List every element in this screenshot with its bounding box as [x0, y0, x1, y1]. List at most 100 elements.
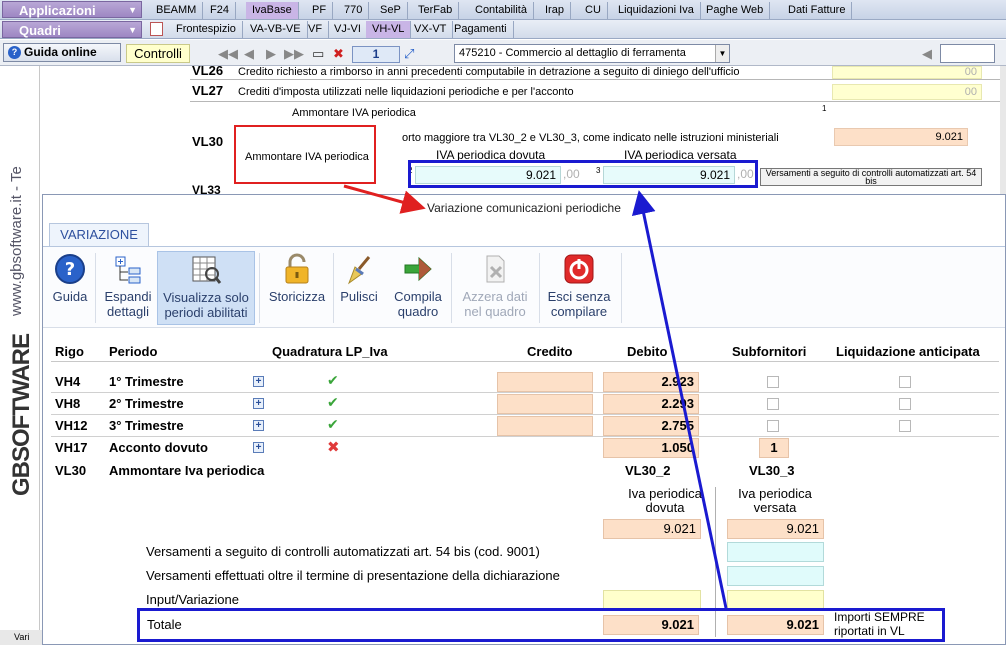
vl30-3-sublabel: versata — [753, 500, 797, 515]
app-tab-terfab[interactable]: TerFab — [412, 2, 460, 19]
app-tab-irap[interactable]: Irap — [539, 2, 571, 19]
credito-field[interactable] — [497, 416, 593, 436]
guida-button[interactable]: ? Guida — [49, 251, 91, 325]
quadro-tab-vh-vl[interactable]: VH-VL — [366, 21, 412, 38]
versamenti-54bis-button[interactable]: Versamenti a seguito di controlli automa… — [760, 168, 982, 186]
prev-page-icon[interactable]: ◀ — [244, 46, 254, 62]
ribbon: ? Guida Espandi dettagli Visualizza solo… — [43, 246, 1005, 328]
lock-open-icon — [285, 253, 309, 284]
arrow-right-icon — [404, 256, 432, 282]
espandi-dettagli-button[interactable]: Espandi dettagli — [101, 251, 155, 325]
quadri-menu[interactable]: Quadri ▼ — [2, 21, 142, 38]
app-tab-dati-fatture[interactable]: Dati Fatture — [782, 2, 853, 19]
page-number[interactable]: 1 — [352, 46, 400, 63]
controlli-button[interactable]: Controlli — [126, 44, 190, 63]
app-tab-beamm[interactable]: BEAMM — [150, 2, 204, 19]
quadro-tab-va-vb-ve[interactable]: VA-VB-VE — [244, 21, 308, 38]
first-page-icon[interactable]: ◀◀ — [218, 46, 238, 62]
iva-dovuta-field[interactable]: 9.021 — [415, 166, 561, 184]
goto-page-icon[interactable]: ⤢ — [404, 46, 414, 62]
app-tab-pf[interactable]: PF — [306, 2, 334, 19]
app-tab-cu[interactable]: CU — [579, 2, 608, 19]
statusbar-text: Vari — [14, 632, 30, 642]
help-icon: ? — [55, 254, 85, 284]
guida-online-button[interactable]: ? Guida online — [3, 43, 121, 62]
liquidazione-checkbox[interactable] — [899, 398, 911, 410]
vl26-field[interactable]: 00 — [832, 66, 982, 79]
esci-senza-compilare-button[interactable]: Esci senza compilare — [543, 251, 615, 325]
debito-field[interactable]: 2.755 — [603, 416, 699, 436]
header-liquidazione: Liquidazione anticipata — [836, 344, 980, 359]
quadro-tab-frontespizio[interactable]: Frontespizio — [170, 21, 243, 38]
liquidazione-checkbox[interactable] — [899, 420, 911, 432]
vl30-field-1[interactable]: 9.021 — [834, 128, 968, 146]
header-credito: Credito — [527, 344, 573, 359]
debito-field[interactable]: 2.923 — [603, 372, 699, 392]
debito-field[interactable]: 1.050 — [603, 438, 699, 458]
activity-combo[interactable]: 475210 - Commercio al dettaglio di ferra… — [454, 44, 730, 63]
clear-document-icon — [486, 255, 505, 283]
compila-quadro-button[interactable]: Compila quadro — [389, 251, 447, 325]
subfornitori-checkbox[interactable] — [767, 398, 779, 410]
check-icon: ✔ — [327, 416, 339, 432]
expand-icon[interactable]: + — [253, 442, 264, 453]
separator — [333, 253, 334, 323]
totale-3-value[interactable]: 9.021 — [727, 615, 824, 635]
row-description: Crediti d'imposta utilizzati nelle liqui… — [238, 86, 574, 98]
visualizza-periodi-button[interactable]: Visualizza solo periodi abilitati — [157, 251, 255, 325]
liquidazione-checkbox[interactable] — [899, 376, 911, 388]
quadro-tab-pagamenti[interactable]: Pagamenti — [448, 21, 514, 38]
scrollbar[interactable] — [1000, 66, 1006, 196]
delete-page-icon[interactable]: ✖ — [333, 46, 344, 62]
app-tab-f24[interactable]: F24 — [204, 2, 236, 19]
storicizza-button[interactable]: Storicizza — [265, 251, 329, 325]
expand-tree-icon — [115, 256, 141, 284]
subfornitori-field[interactable]: 1 — [759, 438, 789, 458]
row-vl27: VL27 Crediti d'imposta utilizzati nelle … — [190, 81, 1000, 102]
row-periodo: Acconto dovuto — [109, 440, 208, 455]
new-page-icon[interactable]: ▭ — [312, 46, 324, 62]
expand-icon[interactable]: + — [253, 376, 264, 387]
iva-versata-field[interactable]: 9.021 — [603, 166, 735, 184]
app-tab-sep[interactable]: SeP — [374, 2, 408, 19]
quadro-tab-vx-vt[interactable]: VX-VT — [408, 21, 454, 38]
separator — [539, 253, 540, 323]
tab-variazione[interactable]: VARIAZIONE — [49, 223, 149, 246]
subfornitori-checkbox[interactable] — [767, 420, 779, 432]
quadro-tab-vj-vi[interactable]: VJ-VI — [328, 21, 368, 38]
input-variazione-3-field[interactable] — [727, 590, 824, 610]
separator — [621, 253, 622, 323]
next-page-icon[interactable]: ▶ — [266, 46, 276, 62]
right-input[interactable] — [940, 44, 995, 63]
expand-icon[interactable]: + — [253, 420, 264, 431]
app-tab-contabilit-[interactable]: Contabilità — [469, 2, 534, 19]
vl30-2-value[interactable]: 9.021 — [603, 519, 701, 539]
app-tab-770[interactable]: 770 — [338, 2, 370, 19]
azzera-dati-button[interactable]: Azzera dati nel quadro — [455, 251, 535, 325]
applicazioni-label: Applicazioni — [19, 3, 96, 18]
pdf-icon[interactable] — [150, 22, 163, 36]
table-row: VH4 1° Trimestre + ✔ 2.923 — [51, 371, 999, 393]
credito-field[interactable] — [497, 372, 593, 392]
app-tab-paghe-web[interactable]: Paghe Web — [700, 2, 771, 19]
debito-field[interactable]: 2.293 — [603, 394, 699, 414]
expand-icon[interactable]: + — [253, 398, 264, 409]
totale-2-value[interactable]: 9.021 — [603, 615, 699, 635]
vl30-3-value[interactable]: 9.021 — [727, 519, 824, 539]
credito-field[interactable] — [497, 394, 593, 414]
last-page-icon[interactable]: ▶▶ — [284, 46, 304, 62]
versamenti-54bis-field[interactable] — [727, 542, 824, 562]
quadro-tab-vf[interactable]: VF — [302, 21, 330, 38]
cents-label: ,00 — [737, 167, 754, 181]
site-url: www.gbsoftware.it - Te — [8, 166, 25, 316]
versamenti-oltre-field[interactable] — [727, 566, 824, 586]
table-row: VH12 3° Trimestre + ✔ 2.755 — [51, 415, 999, 437]
app-tab-ivabase[interactable]: IvaBase — [246, 2, 299, 19]
pulisci-button[interactable]: Pulisci — [337, 251, 381, 325]
scroll-left-icon[interactable]: ◀ — [922, 46, 932, 62]
subfornitori-checkbox[interactable] — [767, 376, 779, 388]
applicazioni-menu[interactable]: Applicazioni ▼ — [2, 1, 142, 18]
vl27-field[interactable]: 00 — [832, 84, 982, 100]
input-variazione-2-field[interactable] — [603, 590, 701, 610]
app-tab-liquidazioni-iva[interactable]: Liquidazioni Iva — [612, 2, 701, 19]
